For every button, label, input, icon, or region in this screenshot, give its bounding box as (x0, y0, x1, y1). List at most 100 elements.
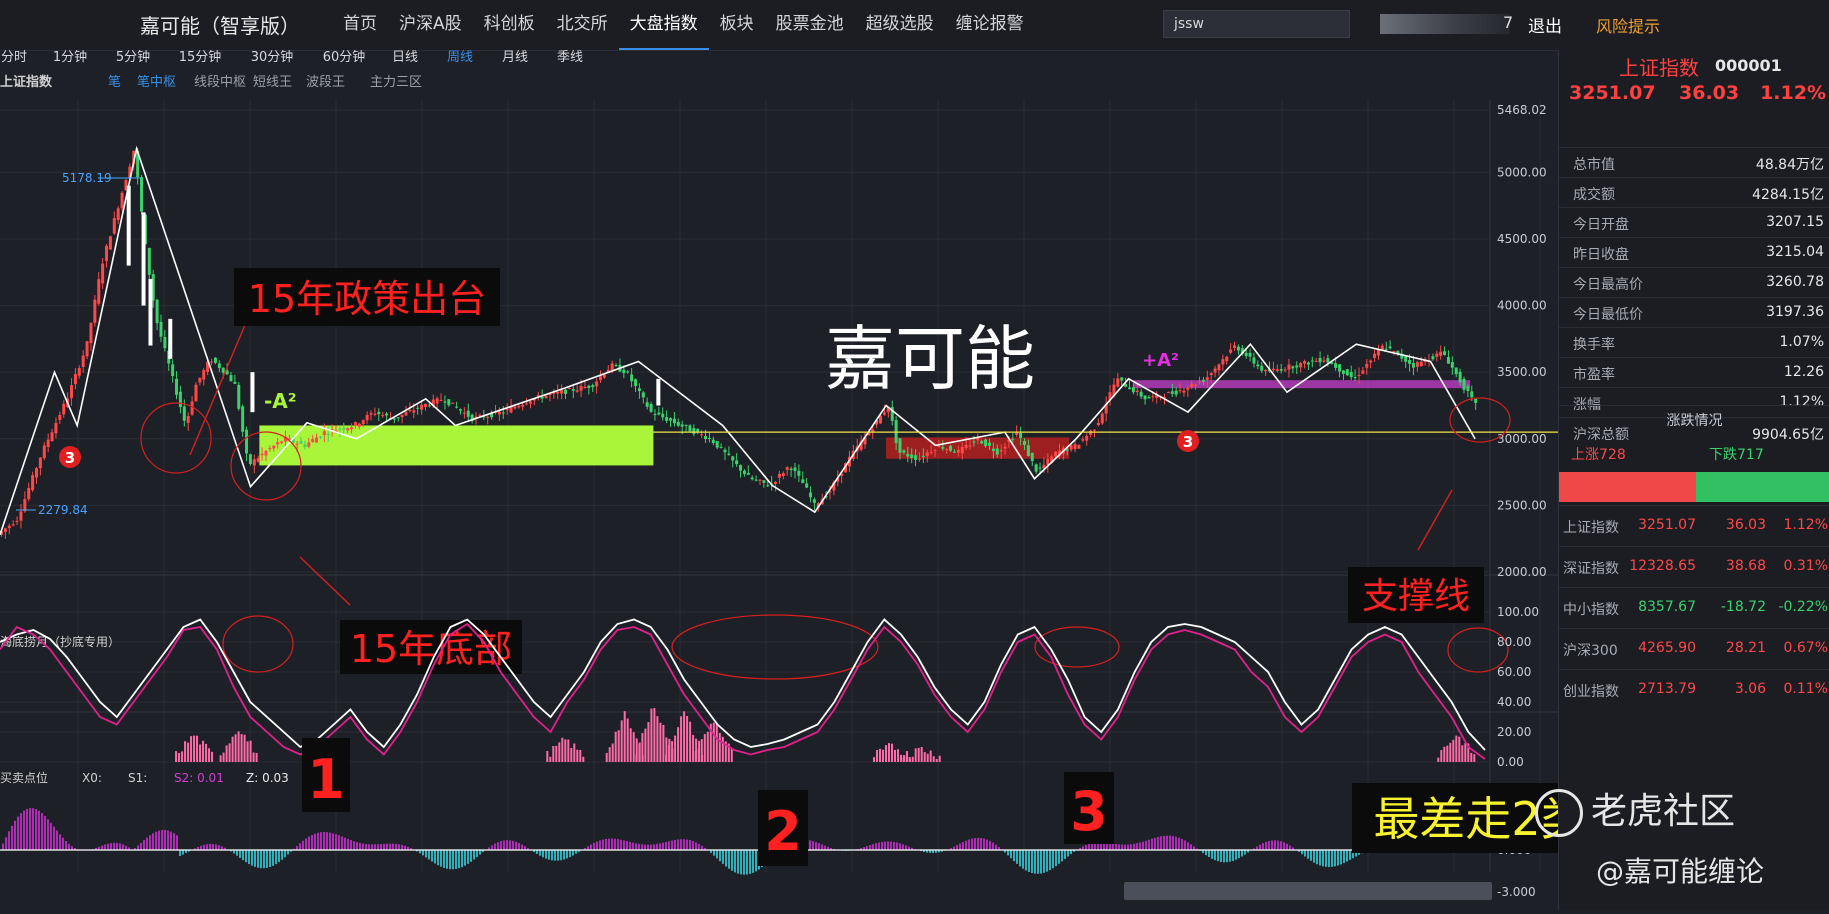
logout-button[interactable]: 退出 (1528, 12, 1562, 37)
osc-bar (677, 727, 680, 762)
index-row-pct: 0.11% (1783, 681, 1828, 697)
nav-item-star[interactable]: 科创板 (473, 0, 546, 50)
osc-bar (1473, 754, 1476, 762)
candle-body (556, 391, 560, 394)
candle-body (248, 454, 252, 465)
index-row-pct: -0.22% (1778, 599, 1828, 615)
chart-canvas[interactable]: 分时 1分钟 5分钟 15分钟 30分钟 60分钟 日线 周线 月线 季线 笔笔中枢 线段中枢 短线王… (0, 49, 1655, 914)
period-tab[interactable]: 30分钟 (251, 49, 294, 65)
index-row[interactable]: 深证指数 12328.65 38.68 0.31% (1559, 546, 1829, 587)
overlay-toggle[interactable]: 笔中枢 (137, 74, 176, 90)
osc-bar (605, 752, 608, 762)
osc-bar (891, 743, 893, 762)
osc-bar (252, 752, 255, 762)
osc-bar (222, 752, 225, 762)
osc-bar (730, 748, 733, 762)
index-row-name: 中小指数 (1563, 602, 1619, 618)
overlay-toggle[interactable]: 短线王 (253, 75, 292, 90)
candle-body (268, 448, 272, 450)
candle-body (925, 452, 929, 456)
user-name-tail: 7 (1503, 13, 1514, 32)
overlay-toggle[interactable]: 主力三区 (370, 75, 422, 90)
avatar[interactable] (1380, 14, 1510, 34)
candle-body (3, 528, 7, 532)
risk-warning-link[interactable]: 风险提示 (1596, 13, 1660, 37)
nav-item-bse[interactable]: 北交所 (546, 0, 619, 50)
quote-row-value: 3215.04 (1766, 244, 1824, 260)
candle-body (385, 413, 389, 416)
candle-body (739, 465, 743, 471)
signal-title[interactable]: 买卖点位 (0, 770, 48, 785)
period-tab[interactable]: 1分钟 (53, 49, 87, 65)
quote-name: 上证指数 (1619, 56, 1699, 80)
candle-body (97, 279, 101, 304)
candle-body (338, 428, 342, 430)
osc-bar (1440, 750, 1443, 762)
candle-body (1225, 356, 1229, 362)
osc-bar (570, 748, 573, 762)
index-row[interactable]: 沪深300 4265.90 28.21 0.67% (1559, 628, 1829, 669)
period-tab[interactable]: 15分钟 (179, 49, 222, 65)
candle-body (785, 467, 789, 470)
osc-bar (882, 749, 884, 762)
index-row[interactable]: 中小指数 8357.67 -18.72 -0.22% (1559, 587, 1829, 628)
candle-body (427, 405, 431, 407)
candle-body (956, 449, 960, 453)
period-tab[interactable]: 分时 (1, 50, 27, 65)
osc-bar (190, 736, 193, 762)
index-row[interactable]: 上证指数 3251.07 36.03 1.12% (1559, 505, 1829, 546)
nav-item-pool[interactable]: 股票金池 (765, 0, 855, 50)
candle-body (914, 455, 918, 460)
tiger-logo-icon (1535, 789, 1583, 837)
candle-body (575, 390, 579, 392)
index-row[interactable]: 创业指数 2713.79 3.06 0.11% (1559, 669, 1829, 710)
period-tab[interactable]: 周线 (447, 50, 473, 65)
nav-item-alert[interactable]: 缠论报警 (945, 0, 1035, 50)
candle-body (809, 492, 813, 498)
candle-body (252, 459, 256, 466)
period-tab[interactable]: 60分钟 (323, 49, 366, 65)
osc-bar (1443, 746, 1446, 762)
candle-body (774, 481, 778, 484)
brand-title[interactable]: 嘉可能（智享版） (140, 10, 300, 39)
svg-text:3: 3 (1070, 780, 1108, 843)
candle-body (62, 403, 66, 415)
nav-item-index[interactable]: 大盘指数 (618, 0, 709, 50)
search-input[interactable]: jssw (1163, 10, 1350, 38)
svg-text:3: 3 (1183, 433, 1193, 451)
candle-body (653, 414, 657, 416)
overlay-toggle[interactable]: 线段中枢 (194, 75, 246, 90)
candle-body (1357, 374, 1361, 376)
time-range-scrollbar[interactable] (1124, 882, 1492, 900)
candle-body (256, 458, 260, 462)
candle-body (801, 479, 805, 484)
period-tab[interactable]: 5分钟 (116, 49, 150, 65)
osc-tick: 60.00 (1497, 665, 1531, 679)
osc-bar (555, 745, 558, 762)
signal-s1: S1: (128, 771, 147, 785)
candle-body (178, 391, 182, 408)
overlay-toggle[interactable]: 波段王 (306, 75, 345, 90)
candle-body (754, 479, 758, 481)
type-1-marker: 1 (302, 738, 350, 812)
osc-bar (703, 734, 706, 762)
nav-item-sector[interactable]: 板块 (709, 0, 765, 50)
nav-item-home[interactable]: 首页 (332, 0, 388, 50)
overlay-toggle[interactable]: 笔 (108, 74, 121, 90)
index-row-price: 2713.79 (1638, 681, 1696, 697)
candle-body (1073, 444, 1077, 450)
candle-body (412, 410, 416, 413)
period-tab[interactable]: 季线 (557, 50, 583, 65)
period-tab[interactable]: 日线 (392, 50, 418, 65)
nav-item-screener[interactable]: 超级选股 (855, 0, 945, 50)
candle-body (147, 247, 151, 275)
osc-bar (1455, 735, 1458, 762)
candle-body (793, 467, 797, 471)
osc-bar (665, 754, 668, 762)
candle-body (1287, 364, 1291, 370)
osc-bar (689, 721, 692, 762)
osc-bar (211, 751, 214, 762)
nav-item-hs-a[interactable]: 沪深A股 (388, 0, 473, 50)
index-row-change: 3.06 (1734, 681, 1766, 697)
period-tab[interactable]: 月线 (502, 50, 528, 65)
